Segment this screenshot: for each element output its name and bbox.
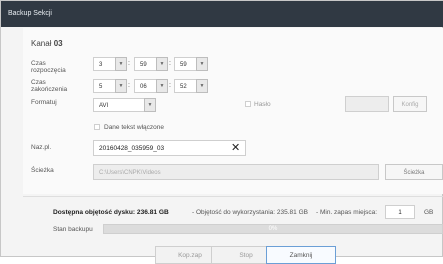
- password-label: Hasło: [254, 101, 271, 108]
- password-field[interactable]: [345, 96, 389, 112]
- password-checkbox[interactable]: [245, 101, 251, 107]
- end-minute-dropdown-icon[interactable]: ▼: [156, 79, 168, 93]
- start-time-label: Czas rozpoczęcia: [31, 60, 66, 74]
- channel-value: 03: [53, 39, 63, 48]
- config-button[interactable]: Konfig: [393, 96, 427, 112]
- channel-label: Kanał 03: [31, 39, 63, 48]
- format-label: Formatuj: [31, 99, 57, 106]
- section-divider: [23, 196, 443, 197]
- min-space-unit: GB: [424, 209, 434, 216]
- start-second-dropdown-icon[interactable]: ▼: [196, 57, 208, 71]
- start-hour-dropdown-icon[interactable]: ▼: [115, 57, 127, 71]
- filename-label: Naz.pl.: [31, 144, 52, 151]
- time-separator: :: [128, 60, 130, 67]
- disk-available-value: 236.81 GB: [136, 209, 169, 216]
- path-button[interactable]: Ścieżka: [385, 164, 443, 180]
- filename-field[interactable]: 20160428_035959_03: [93, 140, 246, 156]
- start-minute-dropdown-icon[interactable]: ▼: [156, 57, 168, 71]
- end-second-dropdown-icon[interactable]: ▼: [196, 79, 208, 93]
- time-separator: :: [169, 60, 171, 67]
- time-separator: :: [128, 82, 130, 89]
- path-field: C:\Users\CNPK\Videos: [93, 164, 379, 180]
- backup-progress-text: 0%: [268, 226, 278, 232]
- backup-window: Backup Sekcji Kanał 03 Czas rozpoczęcia …: [0, 0, 443, 264]
- disk-used: - Objętość do wykorzystania: 235.81 GB: [192, 209, 308, 216]
- backup-progress-bar: 0%: [103, 224, 443, 234]
- disk-used-value: 235.81 GB: [276, 209, 308, 216]
- time-separator: :: [169, 82, 171, 89]
- window-title: Backup Sekcji: [1, 1, 443, 27]
- path-label: Ścieżka: [31, 167, 54, 174]
- format-dropdown-icon[interactable]: ▼: [144, 98, 156, 112]
- close-button[interactable]: Zamknij: [266, 246, 336, 264]
- text-data-label: Dane tekst włączone: [104, 124, 164, 131]
- min-space-label: - Min. zapas miejsca:: [316, 209, 378, 216]
- text-data-checkbox[interactable]: [94, 124, 100, 130]
- disk-available: Dostępna objętość dysku: 236.81 GB: [53, 209, 169, 216]
- disk-available-label: Dostępna objętość dysku:: [53, 209, 136, 216]
- min-space-field[interactable]: 1: [385, 205, 415, 219]
- backup-status-label: Stan backupu: [53, 226, 93, 233]
- disk-used-label: - Objętość do wykorzystania:: [192, 209, 276, 216]
- end-time-label: Czas zakończenia: [31, 79, 68, 93]
- end-hour-dropdown-icon[interactable]: ▼: [115, 79, 127, 93]
- clear-filename-icon[interactable]: ✕: [231, 140, 240, 156]
